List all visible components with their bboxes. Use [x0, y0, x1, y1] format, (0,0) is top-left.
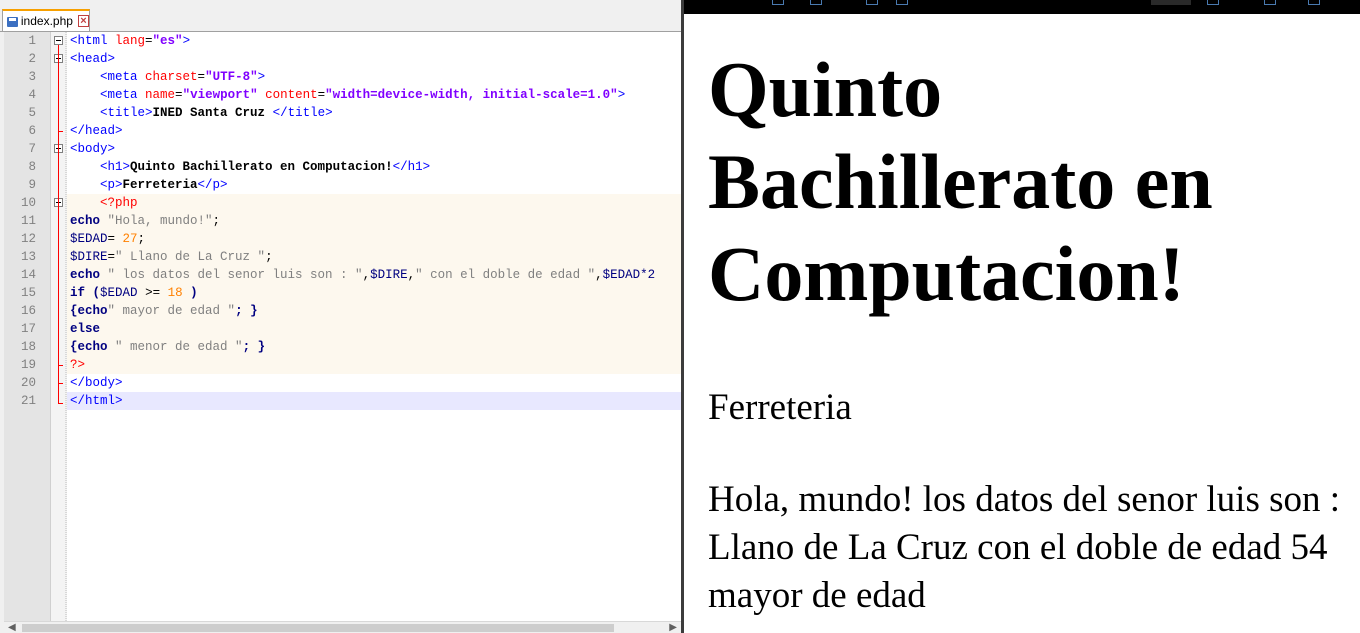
line-number: 9	[28, 178, 36, 192]
code-editor-window: index.php × 1 2 3 4 5 6 7 8 9 10 11 12 1…	[0, 0, 681, 633]
page-heading: Quinto Bachillerato en Computacion!	[708, 46, 1213, 317]
code-line-15: if ($EDAD >= 18 )	[70, 286, 198, 300]
line-number: 7	[28, 142, 36, 156]
browser-window: Quinto Bachillerato en Computacion! Ferr…	[684, 0, 1360, 633]
line-number: 17	[20, 322, 36, 336]
code-line-4: <meta name="viewport" content="width=dev…	[100, 88, 626, 102]
code-line-21: </html>	[70, 394, 123, 408]
code-line-18: {echo " menor de edad "; }	[70, 340, 266, 354]
save-disk-icon	[7, 15, 18, 28]
line-number: 11	[20, 214, 36, 228]
fold-end-html	[58, 403, 63, 404]
tab-index-php[interactable]: index.php ×	[2, 9, 90, 31]
line-number: 14	[20, 268, 36, 282]
toolbar-icon[interactable]	[810, 0, 822, 5]
code-line-14: echo " los datos del senor luis son : ",…	[70, 268, 656, 282]
line-number: 15	[20, 286, 36, 300]
close-tab-icon[interactable]: ×	[77, 15, 89, 27]
tab-bar: index.php ×	[0, 6, 681, 32]
line-number: 18	[20, 340, 36, 354]
scroll-right-icon[interactable]: ▶	[669, 622, 677, 633]
line-number: 1	[28, 34, 36, 48]
scroll-left-icon[interactable]: ◀	[8, 622, 16, 633]
toolbar-icon[interactable]	[772, 0, 784, 5]
code-line-17: else	[70, 322, 101, 336]
line-number: 8	[28, 160, 36, 174]
browser-toolbar	[684, 0, 1360, 14]
rendered-page: Quinto Bachillerato en Computacion! Ferr…	[708, 44, 1348, 616]
code-line-2: <head>	[70, 52, 116, 66]
toolbar-icon[interactable]	[896, 0, 908, 5]
line-number: 12	[20, 232, 36, 246]
line-number: 13	[20, 250, 36, 264]
line-number: 3	[28, 70, 36, 84]
toolbar-icon[interactable]	[1264, 0, 1276, 5]
code-line-3: <meta charset="UTF-8">	[100, 70, 266, 84]
code-line-20: </body>	[70, 376, 123, 390]
code-line-16: {echo" mayor de edad "; }	[70, 304, 258, 318]
toolbar-icon[interactable]	[866, 0, 878, 5]
code-text-area[interactable]: 1 2 3 4 5 6 7 8 9 10 11 12 13 14 15 16 1…	[4, 32, 681, 621]
line-number: 4	[28, 88, 36, 102]
horizontal-scrollbar[interactable]: ◀ ▶	[4, 621, 681, 633]
fold-end-php	[58, 365, 63, 366]
line-number: 19	[20, 358, 36, 372]
code-line-7: <body>	[70, 142, 116, 156]
line-number: 5	[28, 106, 36, 120]
code-line-6: </head>	[70, 124, 123, 138]
line-number: 2	[28, 52, 36, 66]
line-number: 6	[28, 124, 36, 138]
code-line-13: $DIRE=" Llano de La Cruz ";	[70, 250, 273, 264]
code-line-11: echo "Hola, mundo!";	[70, 214, 221, 228]
code-line-10: <?php	[100, 196, 138, 210]
code-line-8: <h1>Quinto Bachillerato en Computacion!<…	[100, 160, 431, 174]
code-lines: <html lang="es"> <head> <meta charset="U…	[67, 32, 681, 432]
fold-margin	[51, 32, 67, 621]
line-number: 21	[20, 394, 36, 408]
toolbar-field[interactable]	[1151, 0, 1191, 5]
line-number: 20	[20, 376, 36, 390]
code-line-19: ?>	[70, 358, 86, 372]
code-line-5: <title>INED Santa Cruz </title>	[100, 106, 333, 120]
toolbar-icon[interactable]	[1207, 0, 1219, 5]
line-number: 16	[20, 304, 36, 318]
scrollbar-thumb[interactable]	[22, 624, 614, 632]
php-output-text: Hola, mundo! los datos del senor luis so…	[708, 479, 1341, 616]
code-line-12: $EDAD= 27;	[70, 232, 146, 246]
fold-html-icon[interactable]	[54, 36, 63, 45]
fold-end-body	[58, 383, 63, 384]
code-line-1: <html lang="es">	[70, 34, 191, 48]
code-line-9: <p>Ferreteria</p>	[100, 178, 228, 192]
tab-label: index.php	[20, 14, 73, 28]
fold-end-head	[58, 131, 63, 132]
fold-line-html	[58, 45, 59, 404]
line-number: 10	[20, 196, 36, 210]
page-paragraph: Ferreteria	[708, 387, 852, 428]
toolbar-icon[interactable]	[1308, 0, 1320, 5]
